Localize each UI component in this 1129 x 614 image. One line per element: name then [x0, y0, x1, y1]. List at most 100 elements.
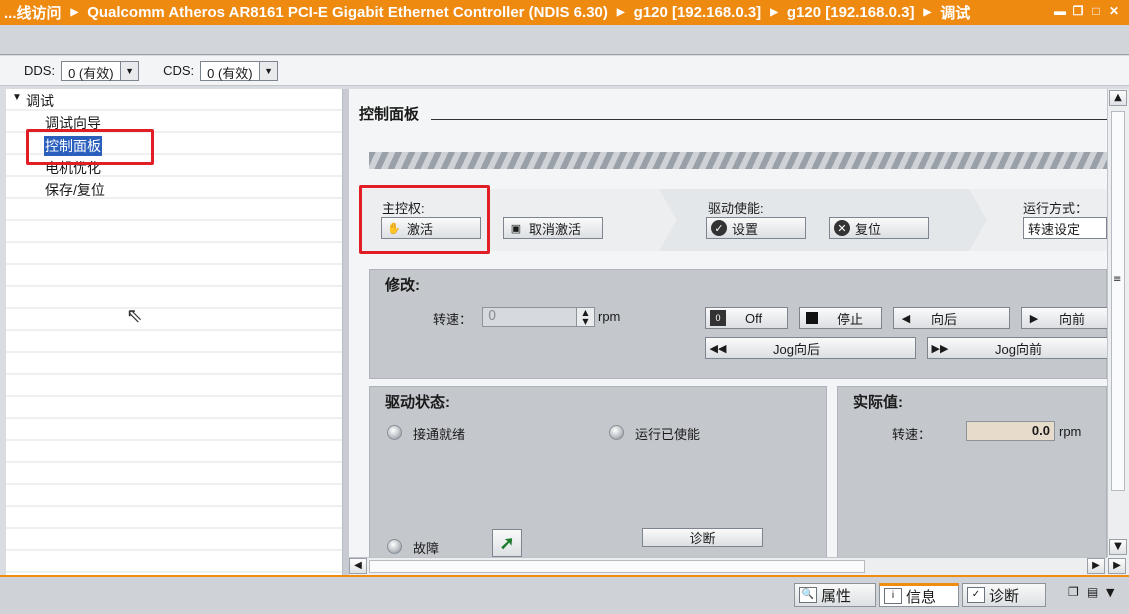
drive-state-title: 驱动状态: — [385, 394, 450, 411]
scroll-up-icon[interactable]: ▲ — [1109, 90, 1127, 106]
breadcrumb-1[interactable]: Qualcomm Atheros AR8161 PCI-E Gigabit Et… — [87, 4, 608, 21]
run-mode-select[interactable]: 转速设定 — [1023, 217, 1107, 239]
control-panel-view: 控制面板 主控权: ✋ 激活 ▣ 取消激活 驱动使能: ✓ 设置 ✕ 复位 运行… — [349, 89, 1107, 557]
tab-diagnostics[interactable]: ✓ 诊断 — [962, 583, 1046, 607]
mouse-cursor-icon: ⇖ — [126, 305, 143, 327]
actual-speed-label: 转速： — [892, 427, 932, 442]
dds-value: 0 (有效) — [68, 65, 114, 81]
minimize-icon[interactable]: ▬ — [1053, 4, 1067, 18]
diagnostics-button[interactable]: 诊断 — [642, 528, 763, 547]
tab-diagnostics-label: 诊断 — [989, 587, 1020, 605]
highlight-box — [359, 185, 490, 254]
tree-item-save-reset[interactable]: 保存/复位 — [45, 180, 105, 200]
off-switch-icon: 0 — [710, 310, 726, 326]
cds-label: CDS: — [163, 63, 195, 78]
chevron-down-icon[interactable]: ▼ — [1106, 586, 1114, 599]
dds-label: DDS: — [24, 63, 56, 78]
tab-properties-label: 属性 — [821, 587, 852, 605]
scroll-right-icon[interactable]: ▶ — [1087, 558, 1105, 574]
breadcrumb-3[interactable]: g120 [192.168.0.3] — [787, 4, 915, 21]
deactivate-label: 取消激活 — [529, 221, 582, 237]
restore-icon[interactable]: ❐ — [1071, 4, 1085, 18]
scroll-corner: ▶ — [1107, 557, 1129, 575]
off-button[interactable]: 0 Off — [705, 307, 788, 329]
run-mode-label: 运行方式： — [1023, 201, 1089, 216]
horizontal-scrollbar[interactable]: ◀ ▶ — [349, 557, 1107, 575]
speed-value: 0 — [488, 309, 497, 324]
ready-label: 接通就绪 — [413, 427, 466, 442]
triangle-right-icon: ▶ — [1029, 312, 1039, 325]
window-controls: ▬ ❐ □ ✕ — [1053, 4, 1121, 18]
arrow-up-right-icon: ➚ — [499, 532, 515, 553]
jog-backward-button[interactable]: ◀◀ Jog向后 — [705, 337, 916, 359]
status-stripe — [369, 152, 1107, 169]
chevron-down-icon[interactable]: ▼ — [259, 61, 278, 80]
jog-forward-button[interactable]: ▶▶ Jog向前 — [927, 337, 1107, 359]
set-button[interactable]: ✓ 设置 — [706, 217, 806, 239]
highlight-box — [26, 129, 154, 165]
fault-indicator — [387, 539, 402, 554]
run-mode-value: 转速设定 — [1028, 221, 1081, 237]
fault-ack-button[interactable]: ➚ — [492, 529, 522, 557]
forward-label: 向前 — [1059, 311, 1086, 327]
vertical-scrollbar[interactable]: ▲ ≡ ▼ — [1107, 89, 1129, 557]
breadcrumb-2[interactable]: g120 [192.168.0.3] — [634, 4, 762, 21]
tab-info[interactable]: i 信息 — [879, 583, 959, 607]
speed-input[interactable]: 0 ▲ ▼ — [482, 307, 595, 327]
list-icon[interactable]: ▤ — [1087, 585, 1098, 599]
maximize-icon[interactable]: □ — [1089, 4, 1103, 18]
properties-icon: 🔍 — [799, 587, 817, 603]
actual-speed-unit: rpm — [1059, 424, 1082, 439]
expand-triangle-icon[interactable]: ▼ — [12, 92, 22, 103]
jog-backward-label: Jog向后 — [773, 341, 820, 357]
jog-forward-label: Jog向前 — [995, 341, 1042, 357]
x-circle-icon: ✕ — [834, 220, 850, 236]
tree-root-commissioning[interactable]: 调试 — [26, 91, 54, 111]
triangle-left-icon: ◀ — [901, 312, 911, 325]
reset-button[interactable]: ✕ 复位 — [829, 217, 929, 239]
toolbar: DDS: 0 (有效) ▼ CDS: 0 (有效) ▼ — [0, 56, 1129, 86]
horizontal-scroll-thumb[interactable] — [369, 560, 865, 573]
vertical-scroll-thumb[interactable] — [1111, 111, 1125, 491]
chevron-right-icon: ▶ — [923, 7, 932, 18]
dds-select[interactable]: 0 (有效) ▼ — [61, 60, 140, 81]
double-left-icon: ◀◀ — [709, 342, 727, 355]
diagnostics-icon: ✓ — [967, 587, 985, 603]
stop-button[interactable]: 停止 — [799, 307, 882, 329]
speed-unit: rpm — [598, 309, 621, 324]
chevron-right-icon: ▶ — [770, 7, 778, 18]
deactivate-button[interactable]: ▣ 取消激活 — [503, 217, 603, 239]
run-enabled-label: 运行已使能 — [635, 427, 701, 442]
fault-label: 故障 — [413, 541, 440, 556]
restore-icon[interactable]: ❐ — [1068, 585, 1079, 599]
spin-arrows-icon[interactable]: ▲ ▼ — [576, 308, 594, 326]
check-circle-icon: ✓ — [711, 220, 727, 236]
backward-button[interactable]: ◀ 向后 — [893, 307, 1010, 329]
breadcrumb-4[interactable]: 调试 — [940, 2, 970, 23]
tab-info-label: 信息 — [906, 588, 937, 606]
stop-square-icon — [804, 310, 820, 326]
actual-values-title: 实际值: — [853, 394, 903, 411]
drive-enable-label: 驱动使能: — [708, 201, 764, 216]
close-icon[interactable]: ✕ — [1107, 4, 1121, 18]
speed-label: 转速： — [433, 312, 473, 327]
cds-select[interactable]: 0 (有效) ▼ — [200, 60, 279, 81]
set-label: 设置 — [732, 221, 759, 237]
scroll-down-icon[interactable]: ▼ — [1109, 539, 1127, 555]
forward-button[interactable]: ▶ 向前 — [1021, 307, 1107, 329]
scroll-right-icon[interactable]: ▶ — [1108, 558, 1126, 574]
tab-properties[interactable]: 🔍 属性 — [794, 583, 876, 607]
actual-speed-value: 0.0 — [966, 421, 1055, 441]
chevron-down-icon[interactable]: ▼ — [120, 61, 139, 80]
editor-tab-strip — [0, 25, 1129, 55]
chevron-right-icon: ▶ — [616, 7, 625, 18]
backward-label: 向后 — [931, 311, 958, 327]
off-label: Off — [745, 310, 763, 326]
scroll-left-icon[interactable]: ◀ — [349, 558, 367, 574]
diagnostics-label: 诊断 — [689, 531, 716, 546]
reset-label: 复位 — [855, 221, 882, 237]
breadcrumb-0[interactable]: ...线访问 — [4, 2, 62, 23]
stop-label: 停止 — [837, 311, 864, 327]
navigation-tree: ▼ 调试 调试向导 控制面板 电机优化 保存/复位 ⇖ — [6, 89, 343, 575]
double-right-icon: ▶▶ — [931, 342, 949, 355]
